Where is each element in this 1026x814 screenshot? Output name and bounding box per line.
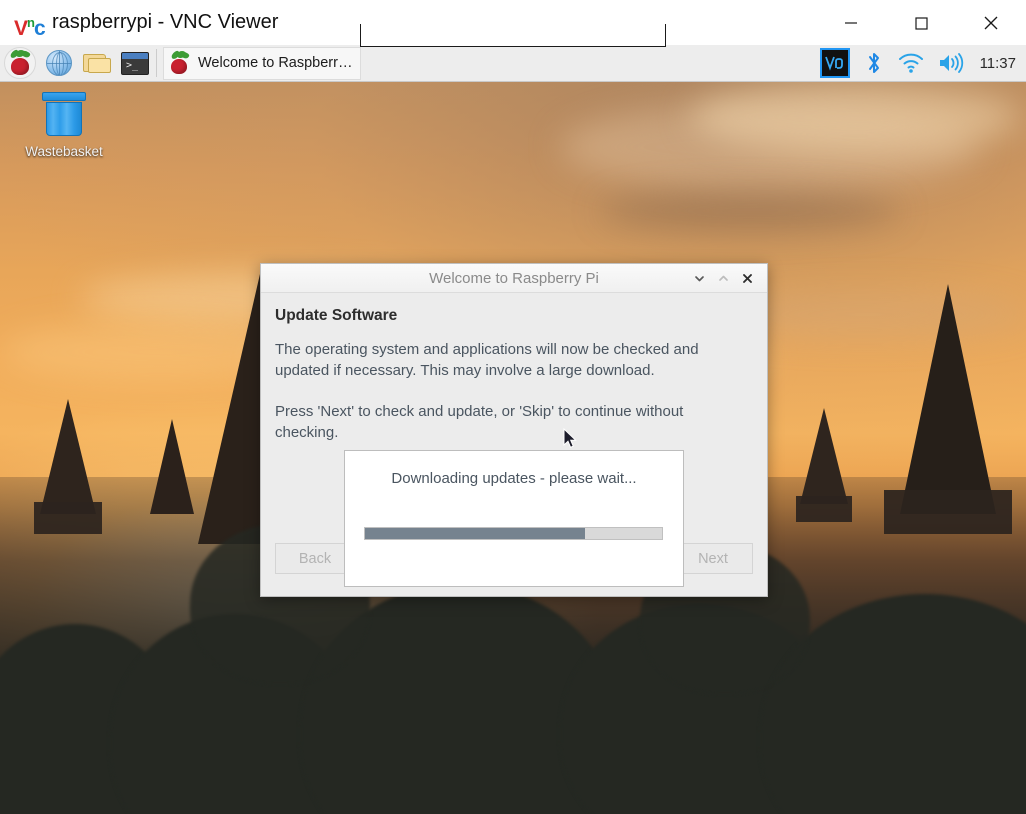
dialog-window-controls (687, 264, 759, 293)
vnc-logo-letter-c: c (33, 16, 46, 40)
next-button[interactable]: Next (673, 543, 753, 574)
window-controls (816, 0, 1026, 45)
terminal-icon: >_ (121, 51, 149, 75)
window-list: Welcome to Raspberr… (159, 46, 806, 80)
taskbar-window-welcome[interactable]: Welcome to Raspberr… (163, 46, 362, 80)
temple-base (34, 502, 102, 534)
window-title: raspberrypi - VNC Viewer (52, 11, 279, 33)
progress-label: Downloading updates - please wait... (391, 470, 637, 487)
wastebasket-body (46, 102, 82, 136)
progress-bar-fill (365, 528, 585, 539)
dialog-paragraph-2: Press 'Next' to check and update, or 'Sk… (275, 403, 684, 441)
menu-button[interactable] (0, 46, 40, 81)
terminal-prompt: >_ (126, 59, 139, 71)
remote-desktop-area: Wastebasket >_ Welcome to Raspberr… 11:3… (0, 45, 1026, 814)
progress-bar (364, 527, 663, 540)
raspberry-pi-menu-icon (4, 47, 36, 79)
dialog-body: Update Software The operating system and… (261, 293, 767, 587)
folder-front (88, 58, 111, 73)
temple-base (796, 496, 852, 522)
chevron-down-icon (694, 276, 704, 282)
wifi-icon (898, 53, 923, 73)
bluetooth-icon (868, 53, 879, 73)
temple-spire (150, 419, 194, 514)
progress-panel: Downloading updates - please wait... (344, 450, 684, 587)
close-icon (742, 274, 752, 283)
minimize-button[interactable] (816, 0, 886, 45)
system-tray: 11:37 (806, 48, 1026, 78)
vnc-logo-letter-n: n (27, 14, 35, 30)
wastebasket-icon (40, 92, 88, 140)
globe-meridian (56, 52, 64, 75)
globe-icon (46, 50, 72, 76)
tray-volume[interactable] (938, 52, 964, 74)
dialog-close-button[interactable] (735, 264, 759, 293)
close-button[interactable] (956, 0, 1026, 45)
temple-spire (800, 408, 848, 504)
taskbar: >_ Welcome to Raspberr… 11:37 (0, 45, 1026, 82)
raspberry-glyph (9, 49, 31, 75)
vnc-toolbar-tab[interactable] (360, 24, 666, 47)
vnc-glyph (824, 56, 843, 71)
temple-spire-large (900, 284, 996, 514)
tray-vnc-server[interactable] (819, 48, 850, 78)
folder-icon (83, 52, 111, 74)
launcher-web-browser[interactable] (40, 46, 78, 81)
berry-fruit (11, 58, 29, 75)
launcher-file-manager[interactable] (78, 46, 116, 81)
dialog-maximize-button[interactable] (711, 264, 735, 293)
chevron-up-icon (718, 275, 728, 281)
desktop-icon-wastebasket[interactable]: Wastebasket (18, 92, 110, 159)
dialog-minimize-button[interactable] (687, 264, 711, 293)
terminal-titlebar (122, 52, 148, 59)
vnc-logo-letter-v: V (14, 16, 28, 40)
welcome-dialog: Welcome to Raspberry Pi Update Software … (260, 263, 768, 597)
dialog-heading: Update Software (275, 307, 398, 324)
close-icon (984, 16, 998, 29)
vnc-logo-icon: Vnc (14, 11, 46, 40)
volume-icon (939, 53, 963, 73)
wastebasket-lid (42, 92, 86, 101)
temple-base (884, 490, 1012, 534)
maximize-icon (915, 16, 928, 30)
dialog-titlebar[interactable]: Welcome to Raspberry Pi (261, 264, 767, 293)
maximize-button[interactable] (886, 0, 956, 45)
tray-wifi[interactable] (898, 52, 924, 74)
raspberry-pi-icon (170, 50, 190, 74)
vnc-server-icon (819, 48, 850, 78)
desktop-icon-label: Wastebasket (25, 144, 103, 159)
back-button[interactable]: Back (275, 543, 355, 574)
dialog-paragraph-1: The operating system and applications wi… (275, 341, 699, 379)
minimize-icon (845, 21, 857, 24)
clock[interactable]: 11:37 (980, 55, 1016, 72)
berry-fruit (171, 59, 187, 74)
taskbar-window-label: Welcome to Raspberr… (198, 55, 353, 71)
launcher-terminal[interactable]: >_ (116, 46, 154, 81)
temple-spire (40, 399, 96, 514)
taskbar-divider (156, 49, 157, 77)
vnc-viewer-window: Vnc raspberrypi - VNC Viewer Wastebasket… (0, 0, 1026, 814)
tray-bluetooth[interactable] (864, 50, 884, 76)
